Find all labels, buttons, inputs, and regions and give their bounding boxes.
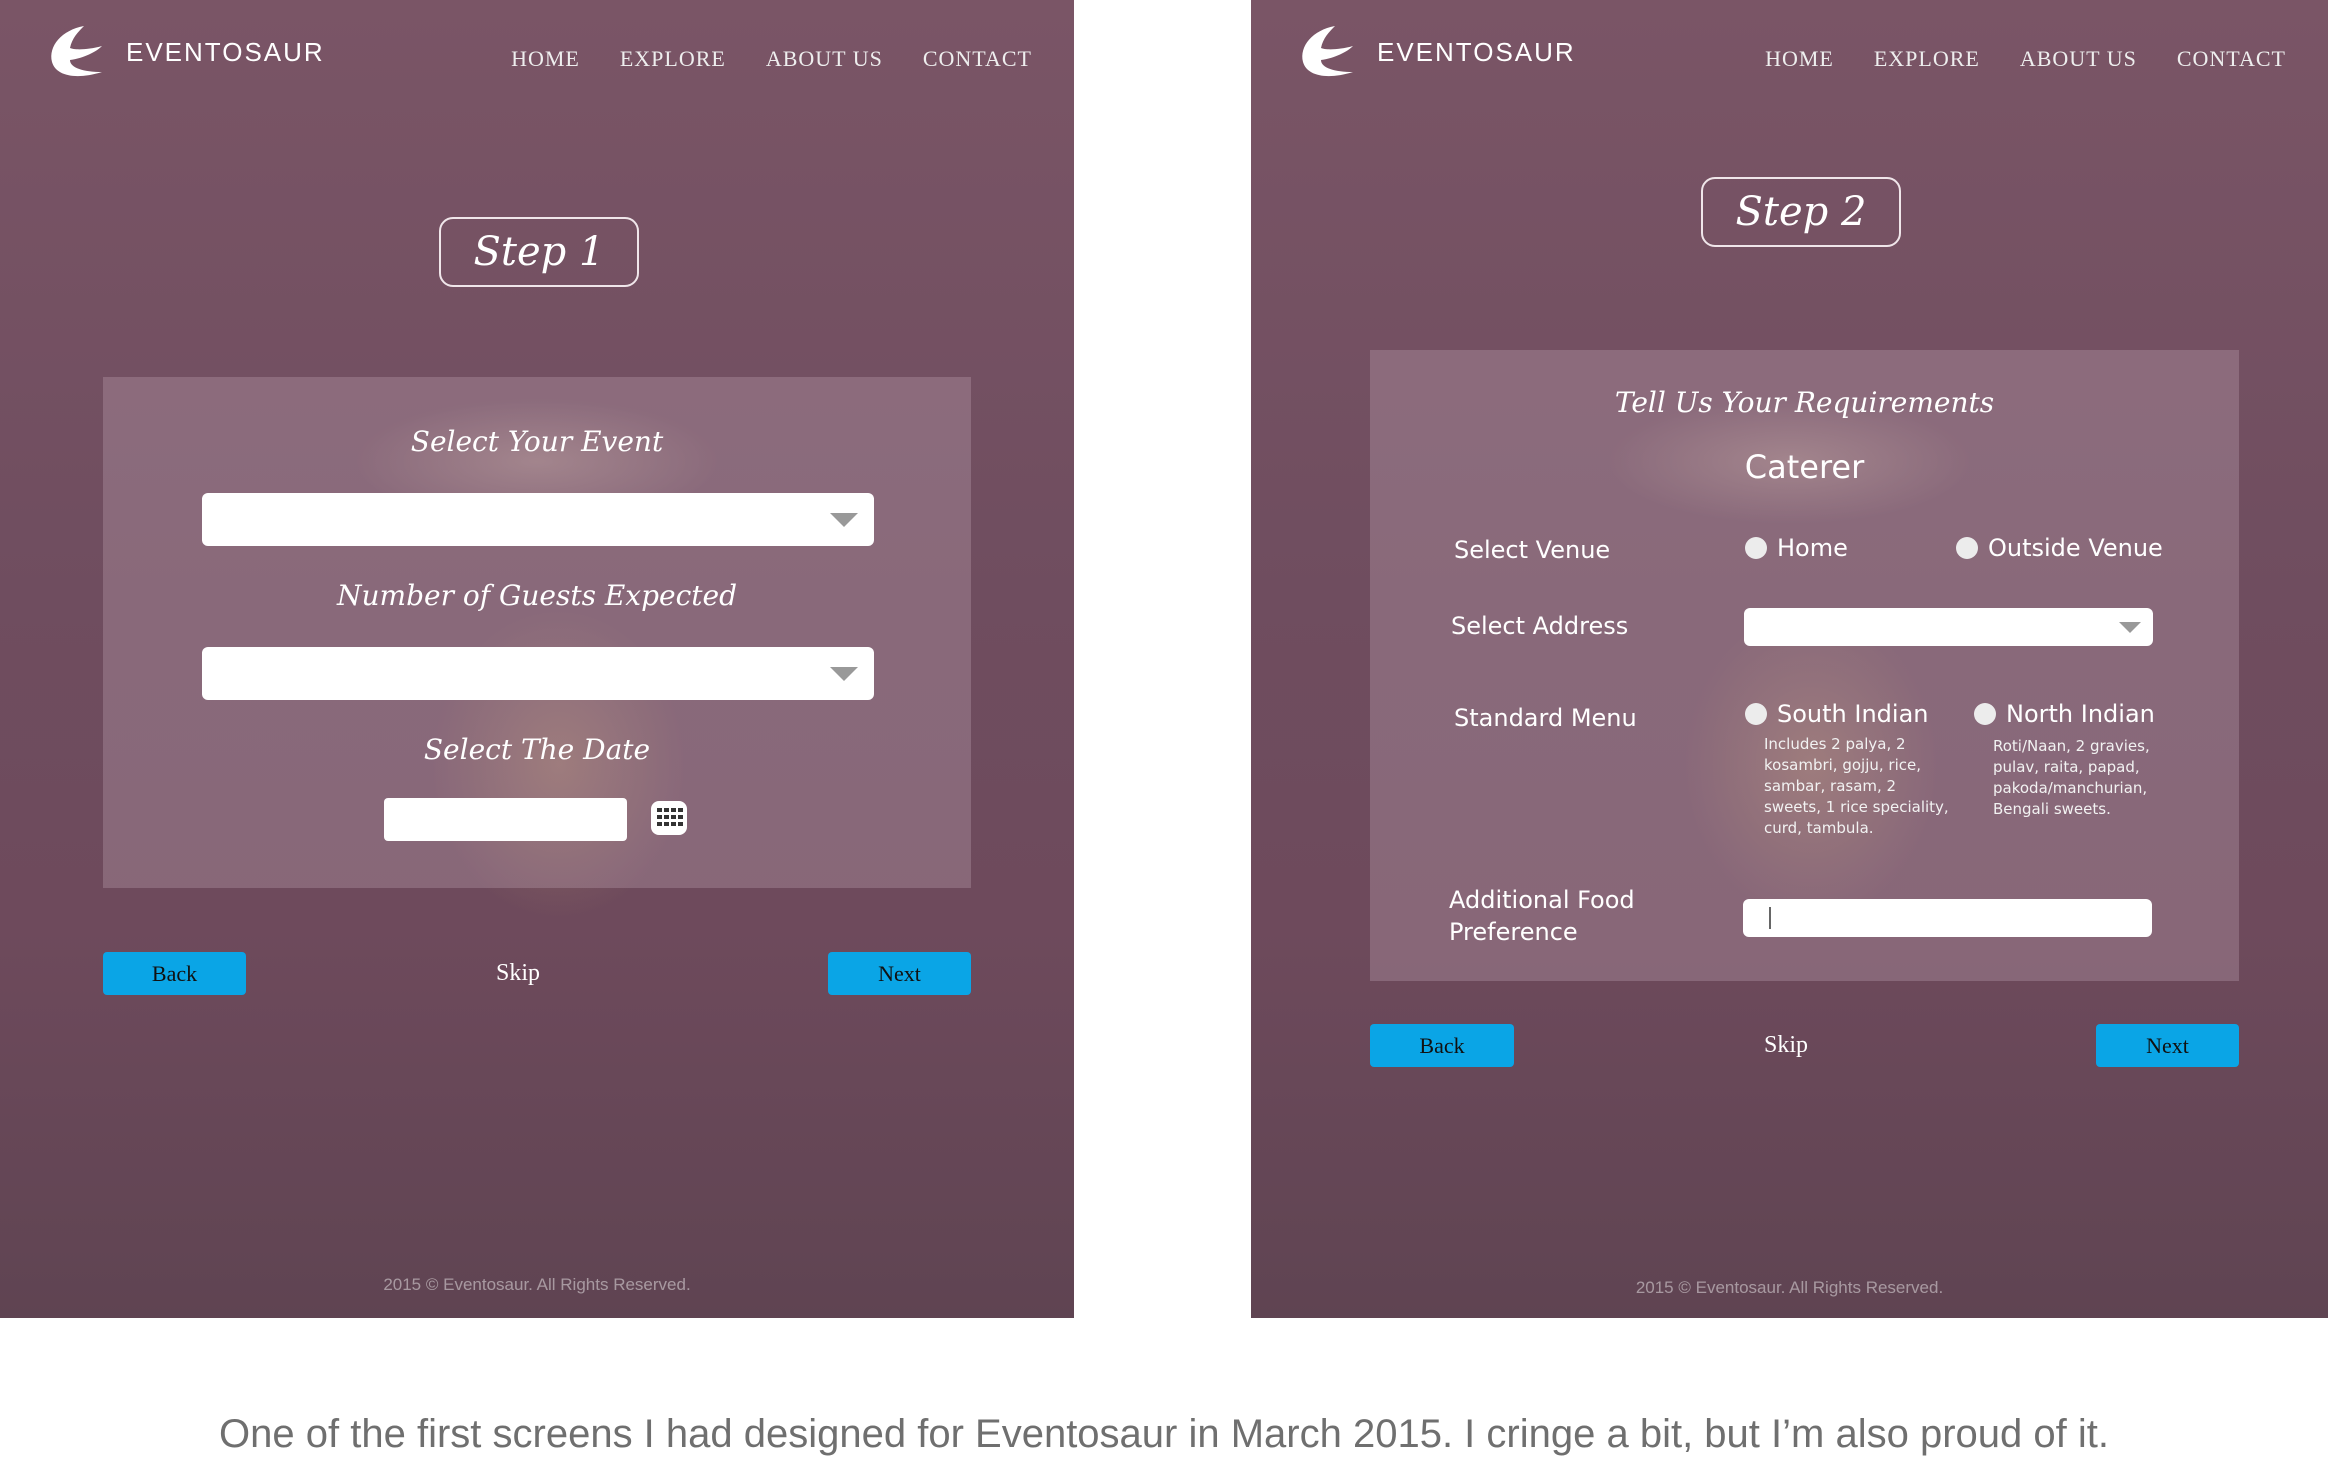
- chevron-down-icon: [830, 667, 858, 681]
- radio-icon: [1974, 703, 1996, 725]
- radio-icon: [1745, 703, 1767, 725]
- text-cursor: [1769, 907, 1771, 929]
- select-event-label: Select Your Event: [410, 425, 664, 458]
- guests-select[interactable]: [202, 647, 874, 700]
- main-nav: HOME EXPLORE ABOUT US CONTACT: [1765, 46, 2286, 72]
- address-select[interactable]: [1744, 608, 2153, 646]
- back-button[interactable]: Back: [1370, 1024, 1514, 1067]
- menu-radio-south-indian[interactable]: South Indian: [1745, 700, 1929, 728]
- calendar-icon[interactable]: [649, 797, 689, 837]
- footer-copyright: 2015 © Eventosaur. All Rights Reserved.: [383, 1275, 691, 1294]
- south-indian-description: Includes 2 palya, 2 kosambri, gojju, ric…: [1764, 735, 1949, 837]
- nav-home[interactable]: HOME: [511, 46, 580, 72]
- nav-contact[interactable]: CONTACT: [2177, 46, 2286, 72]
- step-indicator: Step 2: [1701, 177, 1901, 247]
- skip-link[interactable]: Skip: [496, 960, 540, 987]
- venue-radio-home[interactable]: Home: [1745, 534, 1848, 562]
- radio-icon: [1745, 537, 1767, 559]
- skip-link[interactable]: Skip: [1764, 1032, 1808, 1059]
- additional-food-input[interactable]: [1743, 899, 2152, 937]
- nav-about[interactable]: ABOUT US: [2020, 46, 2137, 72]
- venue-label: Select Venue: [1454, 536, 1611, 564]
- requirements-form: Tell Us Your Requirements Caterer Select…: [1370, 350, 2239, 981]
- guests-label: Number of Guests Expected: [337, 579, 737, 612]
- back-button[interactable]: Back: [103, 952, 246, 995]
- step1-screen: EVENTOSAUR HOME EXPLORE ABOUT US CONTACT…: [0, 0, 1074, 1318]
- event-select[interactable]: [202, 493, 874, 546]
- image-caption: One of the first screens I had designed …: [219, 1412, 2109, 1456]
- step-indicator: Step 1: [439, 217, 639, 287]
- requirements-heading: Tell Us Your Requirements: [1614, 386, 1995, 419]
- nav-about[interactable]: ABOUT US: [766, 46, 883, 72]
- date-label: Select The Date: [423, 733, 651, 766]
- main-nav: HOME EXPLORE ABOUT US CONTACT: [511, 46, 1032, 72]
- brand-name: EVENTOSAUR: [1377, 36, 1576, 67]
- venue-radio-outside[interactable]: Outside Venue: [1956, 534, 2163, 562]
- chevron-down-icon: [830, 513, 858, 527]
- north-indian-description: Roti/Naan, 2 gravies, pulav, raita, papa…: [1993, 737, 2150, 818]
- address-label: Select Address: [1451, 612, 1629, 640]
- additional-food-label: Additional Food Preference: [1449, 886, 1635, 946]
- nav-contact[interactable]: CONTACT: [923, 46, 1032, 72]
- nav-explore[interactable]: EXPLORE: [620, 46, 726, 72]
- nav-home[interactable]: HOME: [1765, 46, 1834, 72]
- menu-radio-north-indian[interactable]: North Indian: [1974, 700, 2155, 728]
- next-button[interactable]: Next: [2096, 1024, 2239, 1067]
- chevron-down-icon: [2119, 622, 2141, 633]
- nav-explore[interactable]: EXPLORE: [1874, 46, 1980, 72]
- footer-copyright: 2015 © Eventosaur. All Rights Reserved.: [1635, 1278, 1944, 1297]
- menu-label: Standard Menu: [1454, 704, 1637, 732]
- event-form: Select Your Event Number of Guests Expec…: [103, 377, 971, 888]
- service-title: Caterer: [1744, 448, 1865, 486]
- brand-logo[interactable]: EVENTOSAUR: [44, 22, 325, 82]
- date-input[interactable]: [384, 798, 627, 841]
- next-button[interactable]: Next: [828, 952, 971, 995]
- brand-logo[interactable]: EVENTOSAUR: [1295, 22, 1576, 82]
- brand-name: EVENTOSAUR: [126, 36, 325, 67]
- eventosaur-logo-icon: [1295, 22, 1359, 82]
- radio-icon: [1956, 537, 1978, 559]
- eventosaur-logo-icon: [44, 22, 108, 82]
- step2-screen: EVENTOSAUR HOME EXPLORE ABOUT US CONTACT…: [1251, 0, 2328, 1318]
